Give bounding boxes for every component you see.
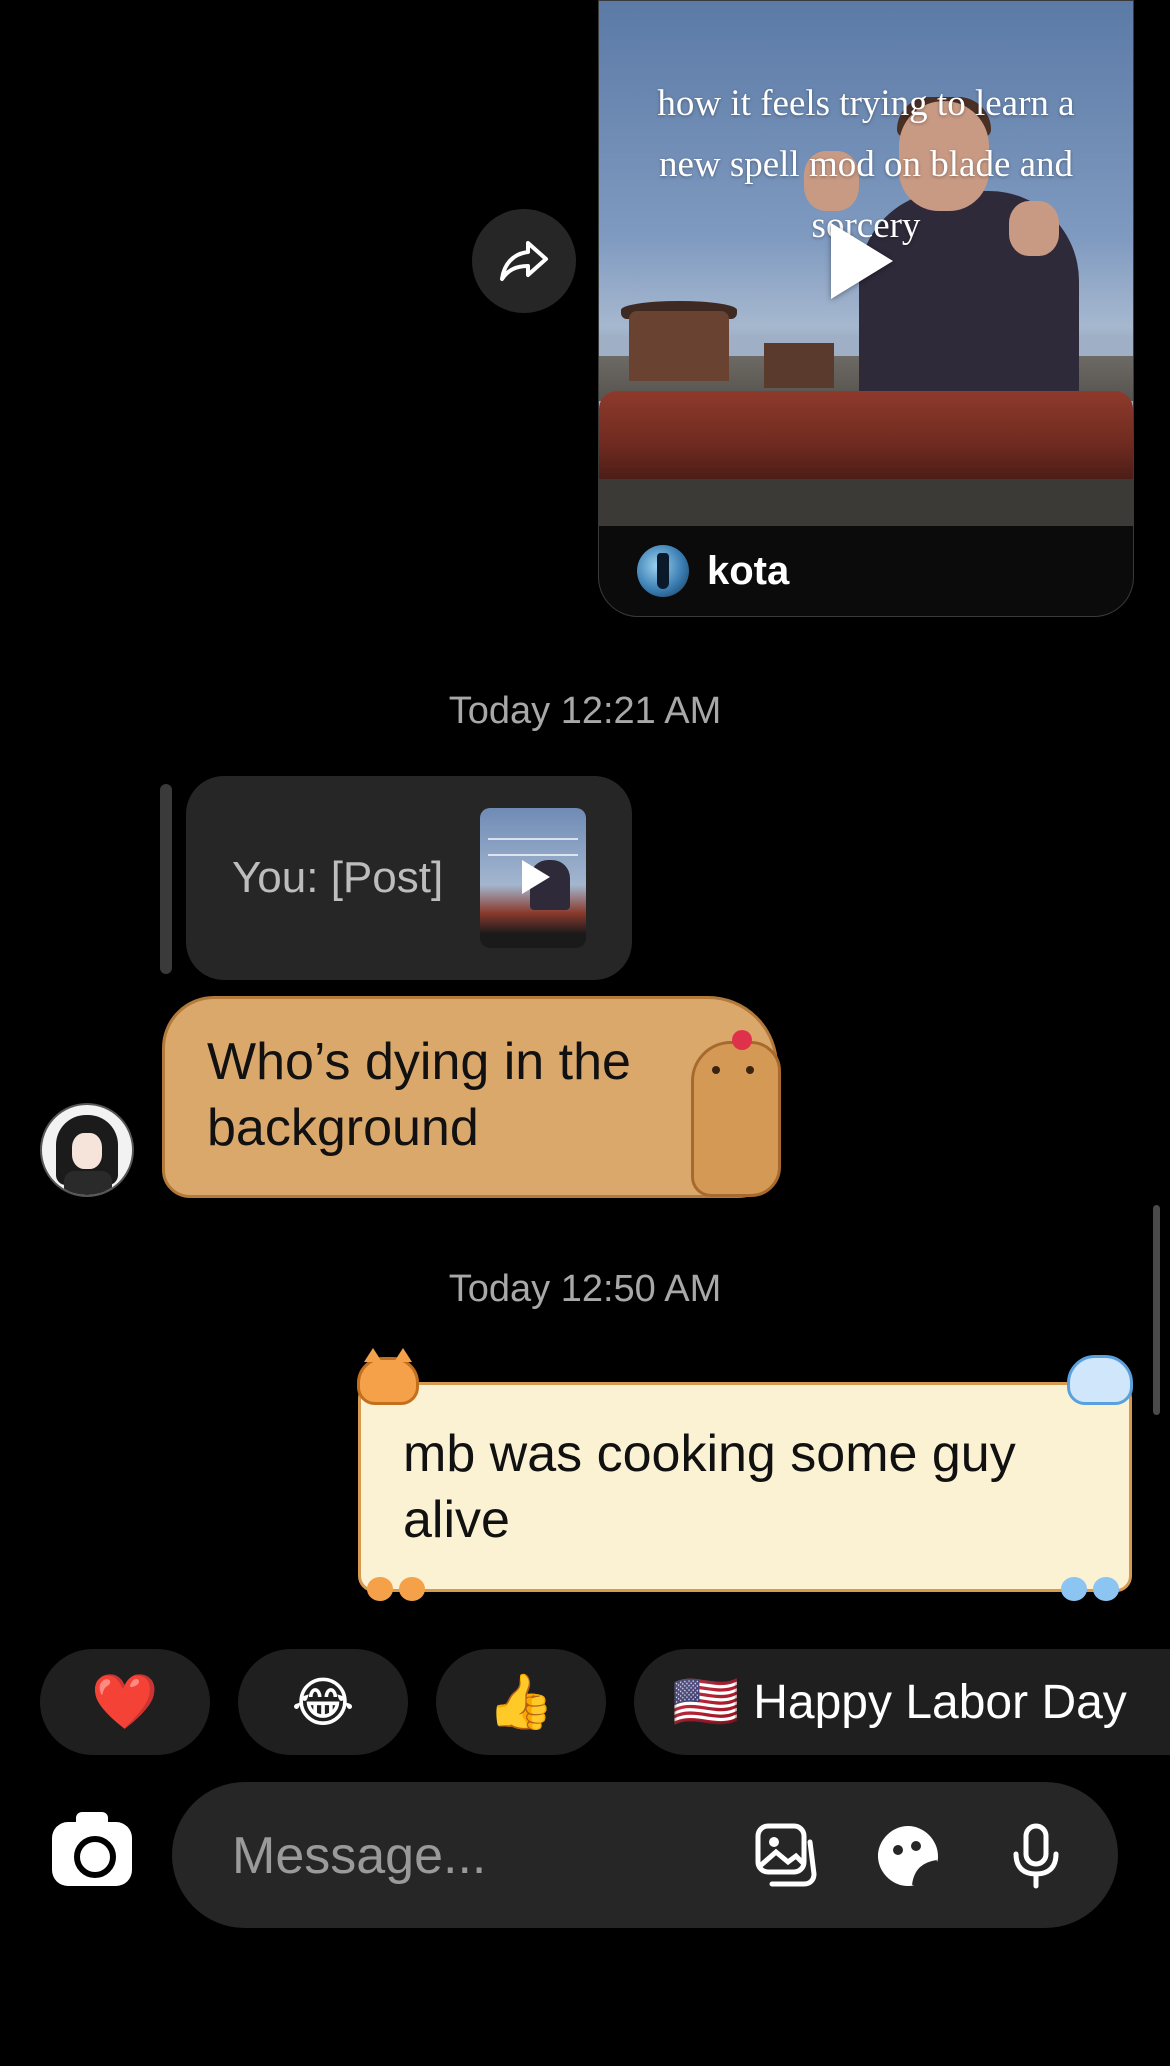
capybara-sticker-decoration [691, 1030, 781, 1197]
contact-avatar[interactable] [40, 1103, 134, 1197]
play-icon [522, 860, 550, 894]
flag-umbrella-icon: 🇺🇸 [672, 1671, 740, 1732]
message-input[interactable] [230, 1820, 734, 1892]
cat-decoration [357, 1348, 419, 1405]
quick-reaction-thumbs-up[interactable]: 👍 [436, 1649, 606, 1755]
quick-reaction-heart[interactable]: ❤️ [40, 1649, 210, 1755]
post-video-thumbnail[interactable]: how it feels trying to learn a new spell… [599, 1, 1133, 526]
thumbs-up-icon: 👍 [487, 1671, 555, 1732]
scrollbar[interactable] [1153, 1205, 1160, 1415]
timestamp: Today 12:21 AM [448, 690, 722, 732]
reply-indicator-bar [160, 784, 172, 974]
author-name: kota [707, 548, 790, 593]
dog-decoration [1067, 1355, 1133, 1405]
share-button[interactable] [472, 209, 576, 313]
outgoing-message-bubble[interactable]: mb was cooking some guy alive [357, 1348, 1133, 1601]
shared-post-card[interactable]: how it feels trying to learn a new spell… [598, 0, 1134, 617]
microphone-icon[interactable] [1002, 1822, 1070, 1890]
timestamp: Today 12:50 AM [448, 1268, 722, 1310]
laughing-emoji-icon: 😂 [291, 1672, 355, 1733]
camera-button[interactable] [52, 1812, 132, 1886]
outgoing-message-text: mb was cooking some guy alive [403, 1425, 1016, 1549]
post-author[interactable]: kota [637, 526, 789, 616]
reply-post-thumbnail [480, 808, 586, 948]
incoming-message-text: Who’s dying in the background [207, 1033, 631, 1157]
camera-icon [74, 1836, 116, 1878]
author-avatar [637, 545, 689, 597]
paw-prints-decoration [1061, 1577, 1119, 1601]
paw-prints-decoration [367, 1577, 425, 1601]
share-arrow-icon [500, 241, 548, 281]
incoming-message-bubble[interactable]: Who’s dying in the background [162, 996, 781, 1198]
heart-icon: ❤️ [91, 1671, 159, 1732]
play-icon[interactable] [831, 223, 893, 299]
quick-reaction-laugh[interactable]: 😂 [238, 1649, 408, 1755]
holiday-reaction-label: Happy Labor Day [753, 1675, 1127, 1729]
quick-reaction-holiday[interactable]: 🇺🇸 Happy Labor Day [634, 1649, 1170, 1755]
gallery-icon[interactable] [752, 1822, 820, 1890]
sticker-icon[interactable] [874, 1822, 942, 1890]
reply-preview-text: You: [Post] [232, 853, 444, 902]
reply-preview[interactable]: You: [Post] [186, 776, 632, 980]
message-composer[interactable] [172, 1782, 1118, 1928]
